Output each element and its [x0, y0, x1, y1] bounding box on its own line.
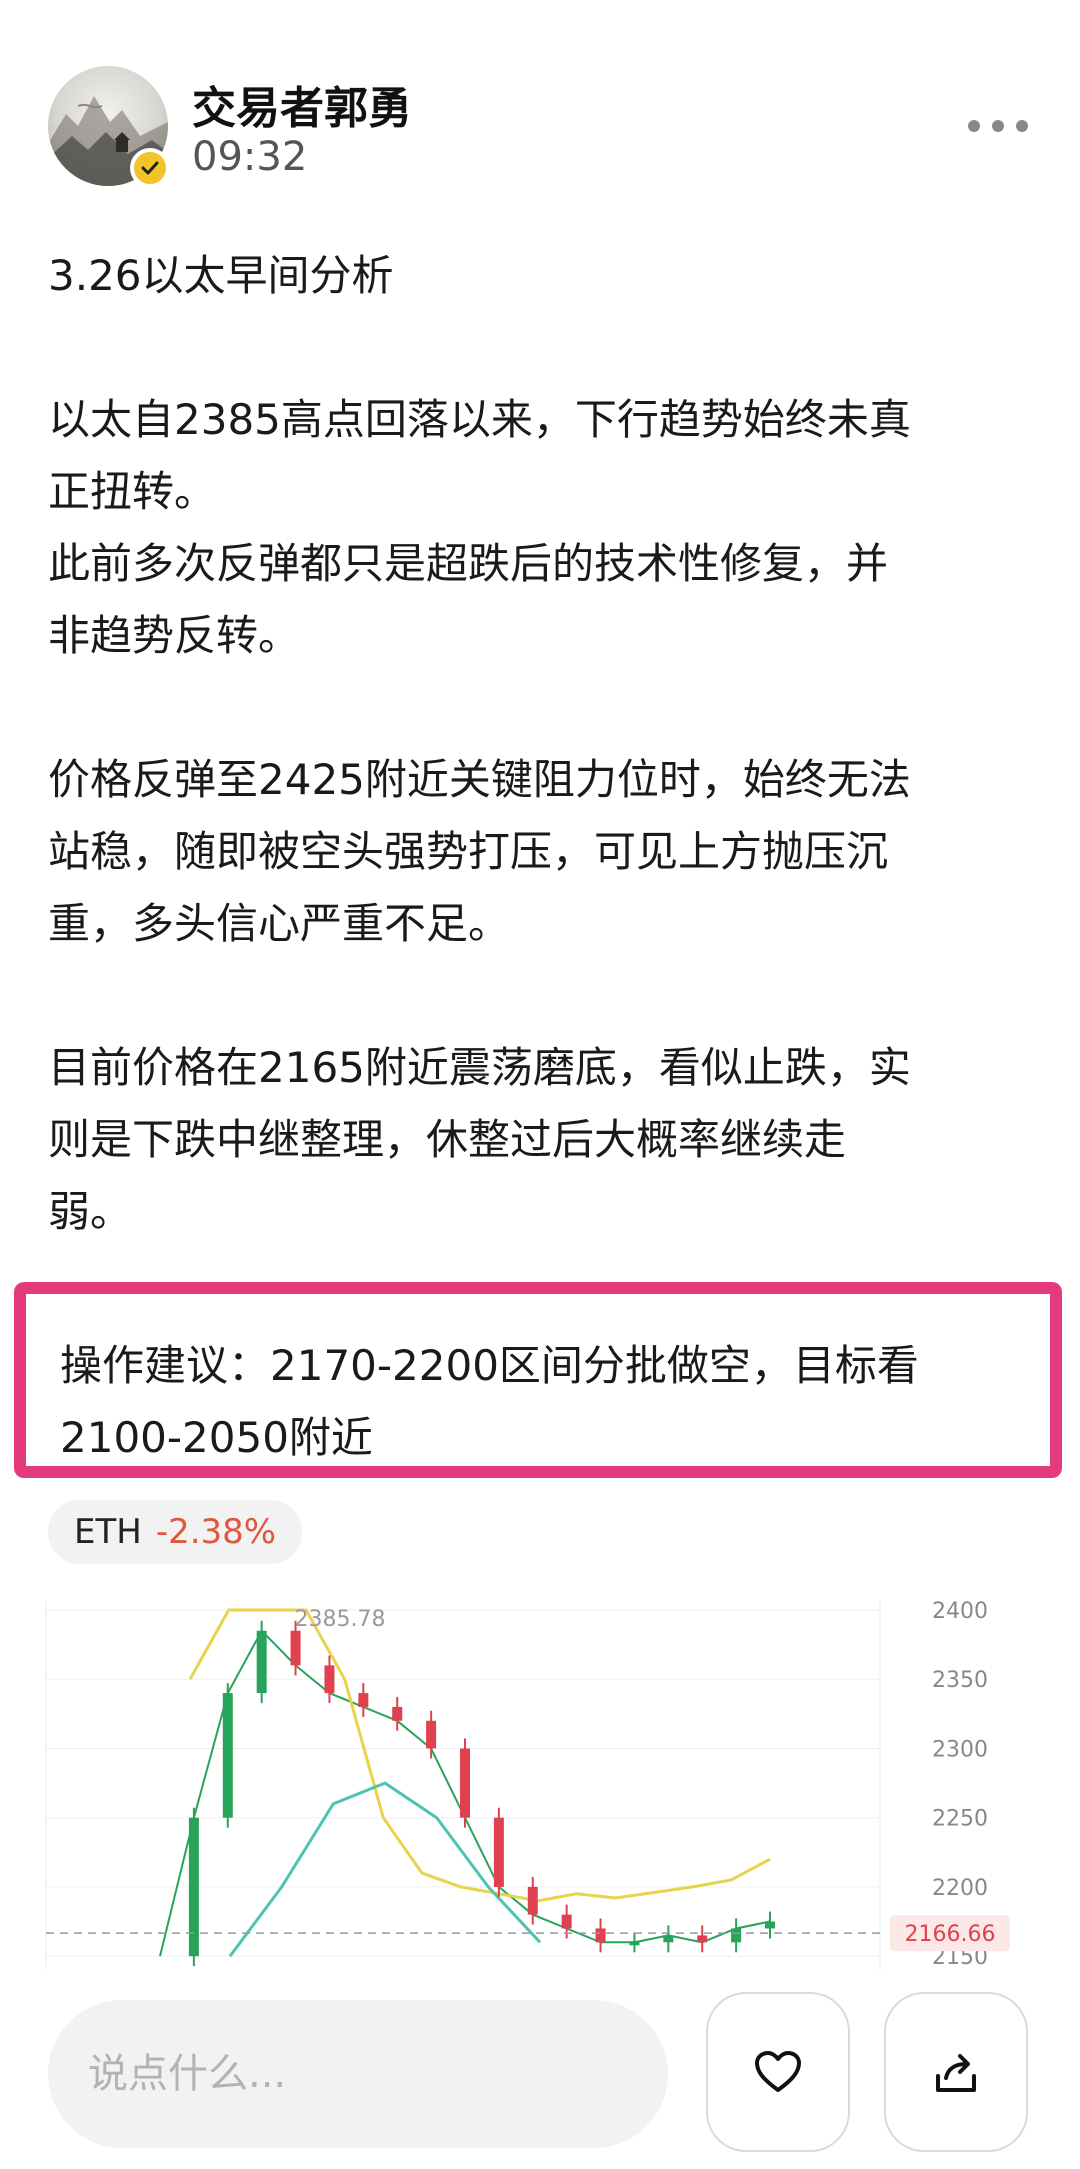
candle: [256, 1630, 267, 1694]
candle: [358, 1693, 369, 1707]
high-annotation: 2385.78: [295, 1607, 386, 1632]
candle: [561, 1914, 572, 1929]
trading-advice-text: 操作建议：2170-2200区间分批做空，目标看 2100-2050附近: [60, 1341, 919, 1462]
y-tick-label: 2350: [932, 1668, 988, 1693]
coin-tag[interactable]: ETH -2.38%: [48, 1500, 303, 1564]
verified-badge-icon: [130, 148, 170, 188]
y-tick-label: 2250: [932, 1807, 988, 1832]
series-line: [188, 1608, 771, 1903]
trading-advice-box: 操作建议：2170-2200区间分批做空，目标看 2100-2050附近: [14, 1282, 1062, 1478]
more-options-icon[interactable]: [968, 106, 1028, 146]
candle: [188, 1817, 199, 1957]
comment-input[interactable]: [48, 2000, 668, 2148]
post-title: 3.26以太早间分析: [48, 251, 394, 300]
candle: [527, 1886, 538, 1915]
post-body: 3.26以太早间分析 以太自2385高点回落以来，下行趋势始终未真 正扭转。 此…: [48, 240, 1038, 1320]
coin-symbol: ETH: [74, 1512, 142, 1552]
current-price-label: 2166.66: [905, 1922, 996, 1947]
candle: [460, 1748, 470, 1818]
candle: [663, 1935, 674, 1943]
candle: [629, 1942, 640, 1946]
candle: [731, 1928, 742, 1943]
series-line: [228, 1781, 542, 1958]
share-button[interactable]: [884, 1992, 1028, 2152]
y-tick-label: 2400: [932, 1600, 988, 1624]
like-button[interactable]: [706, 1992, 850, 2152]
y-tick-label: 2200: [932, 1876, 988, 1901]
post-paragraph: 目前价格在2165附近震荡磨底，看似止跌，实 则是下跌中继整理，休整过后大概率继…: [48, 1043, 911, 1236]
candle: [765, 1921, 775, 1929]
candle: [290, 1630, 301, 1666]
author-name[interactable]: 交易者郭勇: [192, 72, 412, 136]
candle: [697, 1935, 708, 1943]
candle: [222, 1693, 233, 1818]
heart-icon: [755, 2051, 801, 2092]
candle: [426, 1720, 437, 1749]
post-header: 交易者郭勇 09:32: [0, 0, 1080, 220]
candle: [392, 1706, 403, 1721]
post-paragraph: 价格反弹至2425附近关键阻力位时，始终无法 站稳，随即被空头强势打压，可见上方…: [48, 755, 911, 948]
candle: [324, 1665, 335, 1694]
composer-bar: [0, 1980, 1080, 2169]
post-time: 09:32: [192, 134, 308, 180]
post-paragraph: 以太自2385高点回落以来，下行趋势始终未真 正扭转。 此前多次反弹都只是超跌后…: [48, 395, 911, 660]
price-chart-svg: 2400235023002250220021502385.782166.66: [45, 1600, 1010, 1970]
price-chart[interactable]: 2400 2350 2300 2250 2200 2150 2385.78 2166.66: [40, 1600, 1040, 1970]
y-tick-label: 2300: [932, 1737, 988, 1762]
share-icon: [936, 2054, 976, 2092]
candle: [493, 1817, 504, 1887]
candle: [595, 1928, 606, 1943]
coin-change: -2.38%: [155, 1512, 277, 1552]
